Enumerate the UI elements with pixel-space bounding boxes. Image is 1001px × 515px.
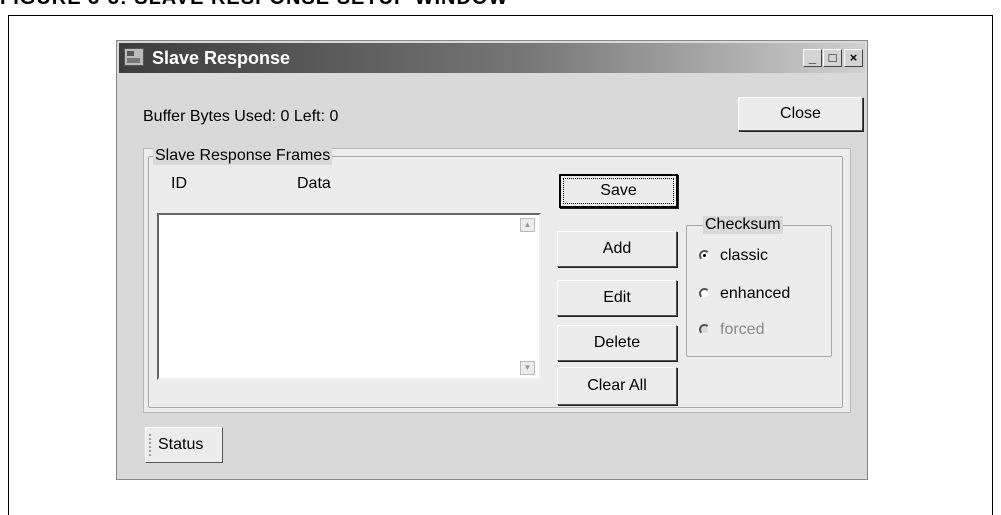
column-header-data: Data [297,175,331,192]
column-header-id: ID [171,175,187,192]
status-tab[interactable]: Status [145,427,223,463]
checksum-forced-radio: forced [699,321,764,339]
frames-group-legend: Slave Response Frames [153,147,333,165]
scroll-down-icon[interactable]: ▼ [520,361,535,375]
app-window-icon[interactable] [124,48,144,66]
save-button[interactable]: Save [559,174,678,208]
slave-response-window: Slave Response _ □ × Buffer Bytes Used: … [116,40,868,480]
edit-button[interactable]: Edit [557,280,677,316]
checksum-enhanced-radio[interactable]: enhanced [699,285,790,303]
status-bar: Status [119,423,865,477]
minimize-button[interactable]: _ [803,49,822,67]
radio-disabled-icon [699,324,710,335]
clear-all-button[interactable]: Clear All [557,367,677,405]
grip-icon [149,434,153,456]
checksum-legend: Checksum [703,216,783,234]
maximize-button[interactable]: □ [823,49,842,67]
radio-label: classic [720,247,769,264]
close-button[interactable]: Close [738,97,863,131]
window-title: Slave Response [152,48,291,68]
figure-caption: FIGURE 3-3: SLAVE RESPONSE SETUP WINDOW [0,0,508,10]
scroll-up-icon[interactable]: ▲ [520,218,535,232]
frames-listbox[interactable]: ▲ ▼ [157,213,541,380]
buffer-bytes-label: Buffer Bytes Used: 0 Left: 0 [143,108,339,125]
window-close-button[interactable]: × [844,49,863,67]
radio-label: forced [720,321,765,338]
title-bar[interactable]: Slave Response _ □ × [119,43,865,73]
radio-selected-icon [699,250,710,261]
radio-label: enhanced [720,285,791,302]
radio-unselected-icon [699,288,710,299]
checksum-classic-radio[interactable]: classic [699,247,768,265]
add-button[interactable]: Add [557,231,677,267]
delete-button[interactable]: Delete [557,325,677,361]
status-tab-label: Status [158,436,204,453]
